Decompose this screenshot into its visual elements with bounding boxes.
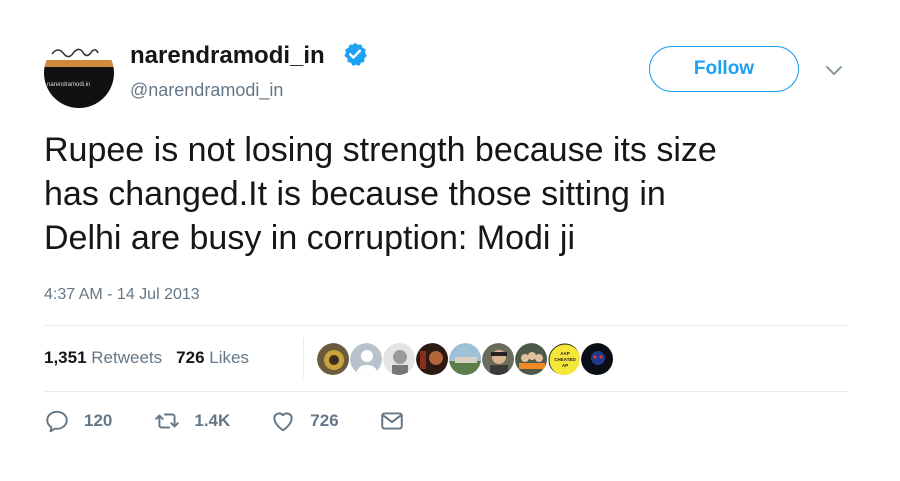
retweets-stat[interactable]: 1,351 Retweets (44, 348, 162, 368)
tweet-text: Rupee is not losing strength because its… (44, 128, 874, 260)
reply-button[interactable]: 120 (44, 408, 112, 434)
verified-badge-icon (344, 42, 367, 66)
follow-button[interactable]: Follow (649, 46, 799, 92)
reply-icon (46, 410, 68, 433)
liker-1-icon[interactable] (316, 342, 350, 376)
likes-stat[interactable]: 726 Likes (176, 348, 249, 368)
tweet-text-line: Rupee is not losing strength because its… (44, 131, 717, 169)
liker-6-icon[interactable] (481, 342, 515, 376)
envelope-icon (380, 412, 403, 430)
retweet-button[interactable]: 1.4K (154, 408, 230, 434)
retweets-label: Retweets (91, 348, 163, 367)
likes-label: Likes (209, 348, 249, 367)
tweet-actions: 120 1.4K 726 (44, 408, 419, 434)
stats-separator (303, 338, 304, 378)
svg-text:AP: AP (562, 363, 568, 368)
timestamp[interactable]: 4:37 AM - 14 Jul 2013 (44, 286, 200, 304)
liker-2-icon[interactable] (349, 342, 383, 376)
liker-8-icon[interactable]: AAP CHEATED AP (547, 342, 581, 376)
liker-7-icon[interactable] (514, 342, 548, 376)
direct-message-button[interactable] (379, 408, 419, 434)
divider (44, 325, 848, 326)
liker-4-icon[interactable] (415, 342, 449, 376)
heart-icon (273, 412, 293, 432)
tweet-text-line: Delhi are busy in corruption: Modi ji (44, 219, 576, 257)
retweet-count: 1.4K (194, 411, 231, 430)
avatar-text: narendramodi.in (47, 82, 90, 88)
tweet-text-line: has changed.It is because those sitting … (44, 175, 666, 213)
like-count: 726 (310, 411, 339, 430)
tweet-stats: 1,351 Retweets 726 Likes (44, 348, 249, 368)
likes-count: 726 (176, 348, 205, 367)
liker-5-icon[interactable] (448, 342, 482, 376)
reply-count: 120 (84, 411, 113, 430)
chevron-down-icon[interactable] (824, 60, 844, 80)
retweets-count: 1,351 (44, 348, 87, 367)
display-name[interactable]: narendramodi_in (130, 42, 325, 70)
avatar[interactable]: narendramodi.in (44, 38, 114, 108)
likers-avatars: AAP CHEATED AP (316, 342, 614, 376)
svg-text:AAP: AAP (560, 351, 570, 356)
svg-text:CHEATED: CHEATED (554, 357, 576, 362)
divider (44, 391, 848, 392)
retweet-icon (155, 413, 180, 429)
liker-9-icon[interactable] (580, 342, 614, 376)
liker-3-icon[interactable] (382, 342, 416, 376)
handle[interactable]: @narendramodi_in (130, 80, 283, 101)
like-button[interactable]: 726 (270, 408, 339, 434)
